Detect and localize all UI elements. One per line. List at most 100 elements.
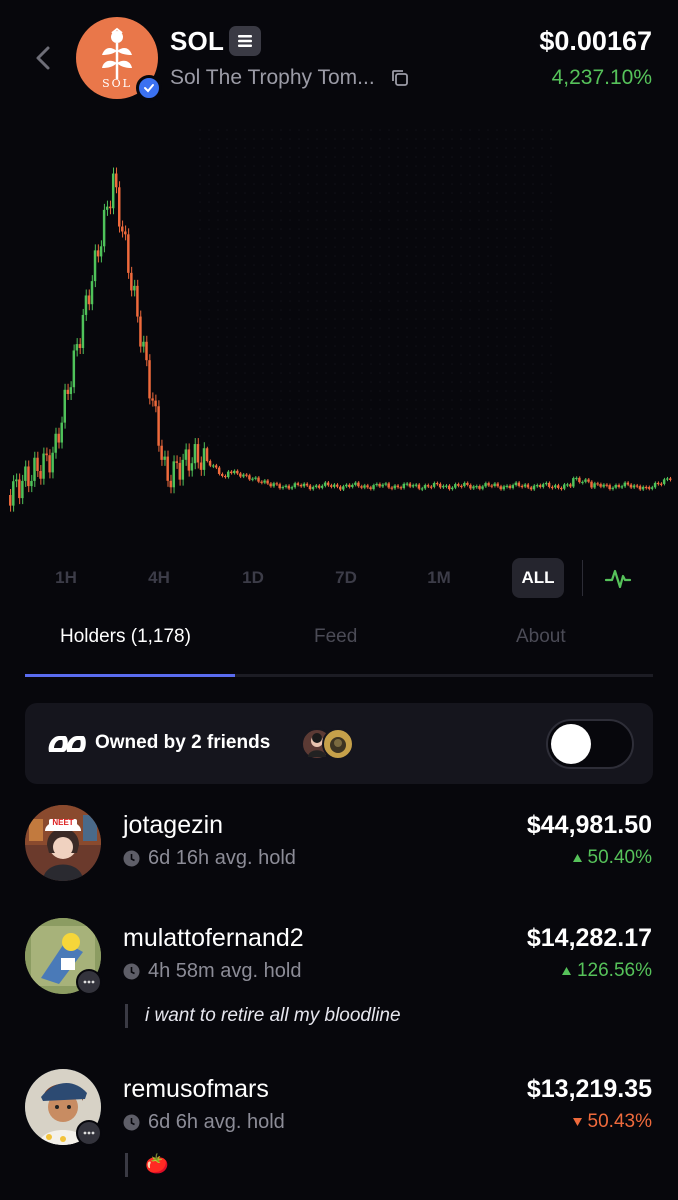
candle bbox=[311, 486, 315, 490]
candle bbox=[668, 478, 672, 480]
hold-text: 4h 58m avg. hold bbox=[148, 960, 302, 982]
hold-text: 6d 6h avg. hold bbox=[148, 1111, 285, 1133]
candle bbox=[275, 483, 278, 485]
candle bbox=[299, 484, 303, 487]
candle bbox=[438, 483, 442, 488]
time-range-selector: 1H 4H 1D 7D 1M ALL bbox=[0, 558, 678, 600]
candle bbox=[36, 457, 39, 472]
candle bbox=[220, 473, 224, 476]
candle bbox=[441, 485, 445, 488]
candle bbox=[90, 281, 94, 305]
candle bbox=[475, 486, 478, 488]
candle bbox=[175, 461, 179, 463]
candle bbox=[578, 477, 581, 483]
candle bbox=[290, 487, 294, 489]
candle bbox=[278, 484, 281, 489]
candle bbox=[242, 474, 245, 477]
candle bbox=[481, 486, 484, 489]
candle bbox=[78, 344, 82, 349]
range-1d[interactable]: 1D bbox=[223, 558, 283, 598]
candle bbox=[614, 484, 617, 488]
candle bbox=[460, 485, 463, 488]
candle bbox=[454, 484, 457, 488]
tab-feed[interactable]: Feed bbox=[314, 626, 357, 648]
candle bbox=[529, 487, 533, 490]
candle bbox=[569, 484, 572, 487]
candle bbox=[550, 486, 554, 489]
candle bbox=[151, 398, 154, 401]
candle bbox=[314, 485, 318, 487]
candle bbox=[18, 479, 21, 499]
candle bbox=[650, 487, 654, 489]
candle bbox=[493, 483, 496, 487]
candle bbox=[329, 485, 333, 487]
candle bbox=[390, 487, 393, 489]
menu-lines-icon[interactable] bbox=[229, 26, 261, 56]
range-7d[interactable]: 7D bbox=[316, 558, 376, 598]
candle bbox=[466, 482, 469, 485]
candle bbox=[447, 485, 451, 490]
candle bbox=[420, 488, 424, 490]
candle bbox=[214, 465, 218, 468]
candle bbox=[444, 485, 448, 487]
candle bbox=[526, 484, 530, 488]
holding-value: $14,282.17 bbox=[526, 924, 652, 952]
candle bbox=[287, 485, 291, 489]
clock-icon bbox=[123, 963, 140, 980]
candle bbox=[599, 484, 602, 487]
tab-about[interactable]: About bbox=[516, 626, 566, 648]
holding-change-text: 50.40% bbox=[587, 847, 652, 868]
candle bbox=[196, 444, 200, 463]
candle bbox=[417, 484, 421, 489]
price-change: 4,237.10% bbox=[551, 66, 652, 89]
candle bbox=[372, 485, 375, 490]
candle bbox=[544, 482, 548, 485]
candle bbox=[154, 400, 157, 407]
range-1m[interactable]: 1M bbox=[409, 558, 469, 598]
tab-holders[interactable]: Holders (1,178) bbox=[60, 626, 191, 648]
verified-badge-icon bbox=[136, 75, 162, 101]
price-chart[interactable] bbox=[0, 110, 678, 550]
candle bbox=[96, 250, 100, 257]
candle bbox=[575, 477, 578, 480]
candle bbox=[130, 272, 133, 291]
candle bbox=[190, 463, 194, 471]
candle bbox=[508, 485, 512, 488]
holder-username: jotagezin bbox=[123, 811, 224, 839]
candle bbox=[136, 285, 139, 317]
candle bbox=[248, 475, 251, 480]
candle bbox=[75, 344, 79, 351]
candle bbox=[184, 449, 188, 460]
range-4h[interactable]: 4H bbox=[129, 558, 189, 598]
copy-icon[interactable] bbox=[390, 68, 410, 88]
holding-change-text: 126.56% bbox=[576, 960, 652, 981]
candle bbox=[457, 484, 460, 486]
candle bbox=[87, 295, 91, 305]
hold-text: 6d 16h avg. hold bbox=[148, 847, 296, 869]
range-1h[interactable]: 1H bbox=[36, 558, 96, 598]
candle bbox=[42, 453, 45, 479]
candle bbox=[51, 452, 54, 473]
candle bbox=[487, 483, 490, 486]
chat-bubble-icon bbox=[76, 969, 102, 995]
candle bbox=[511, 485, 515, 488]
candle bbox=[596, 483, 599, 485]
candle bbox=[659, 483, 663, 485]
candle bbox=[617, 484, 620, 487]
triangle-up-icon bbox=[572, 854, 582, 862]
candle bbox=[114, 173, 118, 188]
candle bbox=[317, 485, 321, 488]
candle bbox=[502, 486, 505, 490]
candle bbox=[54, 433, 57, 453]
candle bbox=[478, 486, 481, 489]
candle bbox=[520, 485, 524, 488]
chart-type-pulse-icon[interactable] bbox=[604, 564, 632, 592]
candle bbox=[199, 462, 203, 470]
holding-change-text: 50.43% bbox=[587, 1111, 652, 1132]
range-all[interactable]: ALL bbox=[512, 558, 564, 598]
candle bbox=[484, 483, 487, 487]
candle bbox=[432, 483, 436, 487]
candle bbox=[230, 471, 233, 474]
back-chevron-icon[interactable] bbox=[30, 44, 58, 72]
friends-toggle[interactable] bbox=[546, 719, 634, 769]
